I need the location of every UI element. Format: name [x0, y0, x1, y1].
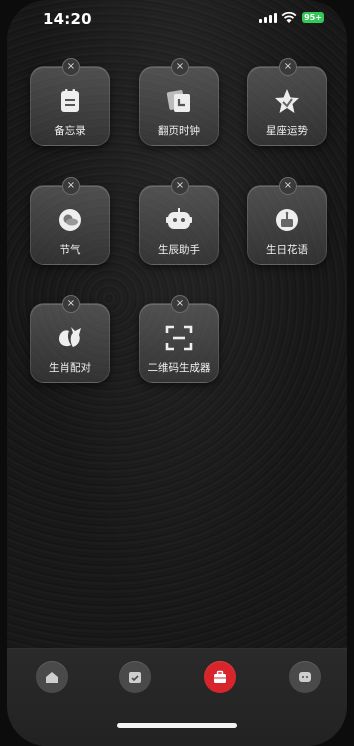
- calendar-check-icon: [129, 672, 141, 683]
- delete-badge-icon[interactable]: ×: [62, 295, 80, 313]
- star-icon: [271, 85, 303, 117]
- tab-calendar[interactable]: [119, 661, 151, 693]
- delete-badge-icon[interactable]: ×: [62, 58, 80, 76]
- tab-toolbox[interactable]: [204, 661, 236, 693]
- home-icon: [46, 672, 58, 683]
- tile-label: 备忘录: [54, 125, 86, 137]
- tile-qr-generator[interactable]: × 二维码生成器: [139, 295, 219, 383]
- status-bar: 14:20 95+: [7, 0, 347, 40]
- tile-label: 生辰助手: [158, 244, 200, 256]
- tile-solar-terms[interactable]: × 节气: [30, 177, 110, 265]
- tile-label: 翻页时钟: [158, 125, 200, 137]
- flip-clock-icon: [163, 85, 195, 117]
- delete-badge-icon[interactable]: ×: [171, 58, 189, 76]
- tile-label: 生日花语: [266, 244, 308, 256]
- zodiac-animal-icon: [54, 322, 86, 354]
- tab-chat[interactable]: [289, 661, 321, 693]
- memo-icon: [54, 85, 86, 117]
- robot-icon: [163, 204, 195, 236]
- battery-indicator: 95+: [302, 12, 324, 23]
- tab-home[interactable]: [36, 661, 68, 693]
- phone-screen: 14:20 95+ × 备忘录 × 翻页时钟 × 星座运势 × 节气 × 生辰助…: [7, 0, 347, 746]
- tile-flip-clock[interactable]: × 翻页时钟: [139, 58, 219, 146]
- tile-horoscope[interactable]: × 星座运势: [247, 58, 327, 146]
- tile-birth-assistant[interactable]: × 生辰助手: [139, 177, 219, 265]
- qr-scan-icon: [163, 322, 195, 354]
- cake-icon: [271, 204, 303, 236]
- toolbox-icon: [214, 670, 226, 683]
- delete-badge-icon[interactable]: ×: [171, 177, 189, 195]
- status-time: 14:20: [43, 10, 92, 28]
- chat-icon: [299, 672, 311, 682]
- tile-memo[interactable]: × 备忘录: [30, 58, 110, 146]
- cellular-signal-icon: [259, 13, 277, 23]
- tile-label: 生肖配对: [49, 362, 91, 374]
- tile-birthday-flower[interactable]: × 生日花语: [247, 177, 327, 265]
- tile-label: 星座运势: [266, 125, 308, 137]
- delete-badge-icon[interactable]: ×: [171, 295, 189, 313]
- weather-icon: [54, 204, 86, 236]
- home-indicator[interactable]: [117, 723, 237, 728]
- delete-badge-icon[interactable]: ×: [279, 177, 297, 195]
- bottom-tab-bar: [7, 648, 347, 746]
- tile-label: 节气: [59, 244, 81, 256]
- tile-label: 二维码生成器: [147, 362, 211, 374]
- wifi-icon: [281, 11, 297, 23]
- tile-zodiac-match[interactable]: × 生肖配对: [30, 295, 110, 383]
- delete-badge-icon[interactable]: ×: [62, 177, 80, 195]
- delete-badge-icon[interactable]: ×: [279, 58, 297, 76]
